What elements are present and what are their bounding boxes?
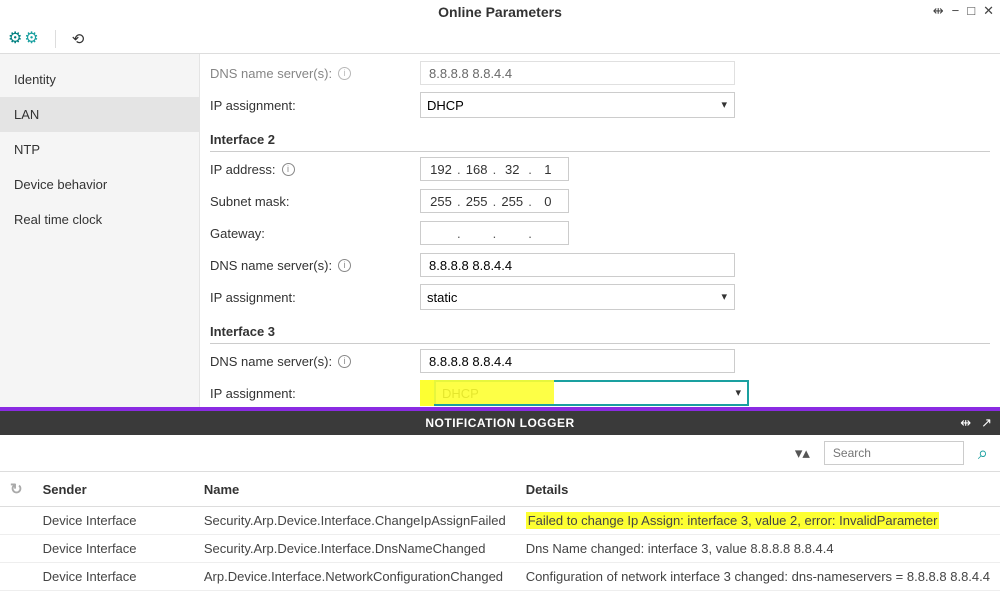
subnet-input-2[interactable]: 255. 255. 255. 0 xyxy=(420,189,569,213)
interface-2-header: Interface 2 xyxy=(210,126,990,152)
ip-assign-select-3[interactable]: DHCP xyxy=(434,380,749,406)
cell-sender: Device Interface xyxy=(33,563,194,591)
expand-icon[interactable]: ↗ xyxy=(981,415,992,431)
content-pane: DNS name server(s): i IP assignment: DHC… xyxy=(200,54,1000,407)
ip-assign-select-2[interactable]: static xyxy=(420,284,735,310)
sidebar-item-ntp[interactable]: NTP xyxy=(0,132,199,167)
dns-label-2: DNS name server(s): i xyxy=(210,258,420,273)
cell-details: Gateway changed: interface 3, value 192.… xyxy=(516,591,1000,596)
cell-name: Arp.Device.Interface.NetworkConfiguratio… xyxy=(194,563,516,591)
sidebar-item-device-behavior[interactable]: Device behavior xyxy=(0,167,199,202)
subnet-label-2: Subnet mask: xyxy=(210,194,420,209)
sidebar-item-real-time-clock[interactable]: Real time clock xyxy=(0,202,199,237)
sidebar-item-lan[interactable]: LAN xyxy=(0,97,199,132)
table-row[interactable]: Device InterfaceArp.Device.Interface.Net… xyxy=(0,563,1000,591)
cell-sender: Device Interface xyxy=(33,535,194,563)
sidebar: Identity LAN NTP Device behavior Real ti… xyxy=(0,54,200,407)
dns-input-2[interactable] xyxy=(420,253,735,277)
cell-details: Configuration of network interface 3 cha… xyxy=(516,563,1000,591)
col-details[interactable]: Details xyxy=(516,472,1000,507)
cell-sender: Device Interface xyxy=(33,591,194,596)
toolbar: ⚙ ⚙ ⟲ xyxy=(0,24,1000,54)
search-input[interactable] xyxy=(824,441,964,465)
pin-icon[interactable]: ⇹ xyxy=(960,415,971,431)
info-icon[interactable]: i xyxy=(338,355,351,368)
table-header-row: ↻ Sender Name Details xyxy=(0,472,1000,507)
gear-icon[interactable]: ⚙ xyxy=(8,31,22,47)
dns-label-3: DNS name server(s): i xyxy=(210,354,420,369)
cell-details: Failed to change Ip Assign: interface 3,… xyxy=(516,507,1000,535)
interface-3-header: Interface 3 xyxy=(210,318,990,344)
cell-sender: Device Interface xyxy=(33,507,194,535)
table-row[interactable]: Device InterfaceSecurity.Arp.Device.Inte… xyxy=(0,507,1000,535)
notification-toolbar: ▾▴ ⌕ xyxy=(0,435,1000,471)
log-icon[interactable]: ↻ xyxy=(10,481,23,498)
notification-title: NOTIFICATION LOGGER xyxy=(0,416,1000,430)
col-sender[interactable]: Sender xyxy=(33,472,194,507)
ip-assign-label-2: IP assignment: xyxy=(210,290,420,305)
ip-assign-select-1[interactable]: DHCP xyxy=(420,92,735,118)
dns-input-3[interactable] xyxy=(420,349,735,373)
ip-address-input-2[interactable]: 192. 168. 32. 1 xyxy=(420,157,569,181)
dns-input-1[interactable] xyxy=(420,61,735,85)
table-row[interactable]: Device InterfaceSecurity.Arp.Device.Inte… xyxy=(0,535,1000,563)
gateway-label-2: Gateway: xyxy=(210,226,420,241)
window-title: Online Parameters xyxy=(0,4,1000,20)
filter-icon[interactable]: ▾▴ xyxy=(795,444,810,462)
pin-icon[interactable]: ⇹ xyxy=(933,3,944,19)
sidebar-item-identity[interactable]: Identity xyxy=(0,62,199,97)
cell-name: Security.Arp.Device.Interface.GatewayCha… xyxy=(194,591,516,596)
close-icon[interactable]: ✕ xyxy=(983,3,994,19)
ip-assign-label-1: IP assignment: xyxy=(210,98,420,113)
search-icon[interactable]: ⌕ xyxy=(978,443,988,464)
info-icon[interactable]: i xyxy=(338,67,351,80)
window-buttons: ⇹ − □ ✕ xyxy=(933,3,994,19)
title-bar: Online Parameters ⇹ − □ ✕ xyxy=(0,0,1000,24)
ip-address-label-2: IP address: i xyxy=(210,162,420,177)
info-icon[interactable]: i xyxy=(282,163,295,176)
notification-header: NOTIFICATION LOGGER ⇹ ↗ xyxy=(0,411,1000,435)
info-icon[interactable]: i xyxy=(338,259,351,272)
cell-name: Security.Arp.Device.Interface.DnsNameCha… xyxy=(194,535,516,563)
notification-table: ↻ Sender Name Details Device InterfaceSe… xyxy=(0,471,1000,596)
toolbar-divider xyxy=(55,30,56,48)
col-name[interactable]: Name xyxy=(194,472,516,507)
table-row[interactable]: Device InterfaceSecurity.Arp.Device.Inte… xyxy=(0,591,1000,596)
cell-details: Dns Name changed: interface 3, value 8.8… xyxy=(516,535,1000,563)
gear-sync-icon[interactable]: ⚙ xyxy=(24,31,38,47)
dns-label-1: DNS name server(s): i xyxy=(210,66,420,81)
gateway-input-2[interactable]: 0. 0. 0. 0 xyxy=(420,221,569,245)
minimize-icon[interactable]: − xyxy=(952,3,960,19)
refresh-icon[interactable]: ⟲ xyxy=(72,30,85,48)
maximize-icon[interactable]: □ xyxy=(967,3,975,19)
cell-name: Security.Arp.Device.Interface.ChangeIpAs… xyxy=(194,507,516,535)
settings-pair[interactable]: ⚙ ⚙ xyxy=(8,31,39,47)
ip-assign-label-3: IP assignment: xyxy=(210,386,420,401)
